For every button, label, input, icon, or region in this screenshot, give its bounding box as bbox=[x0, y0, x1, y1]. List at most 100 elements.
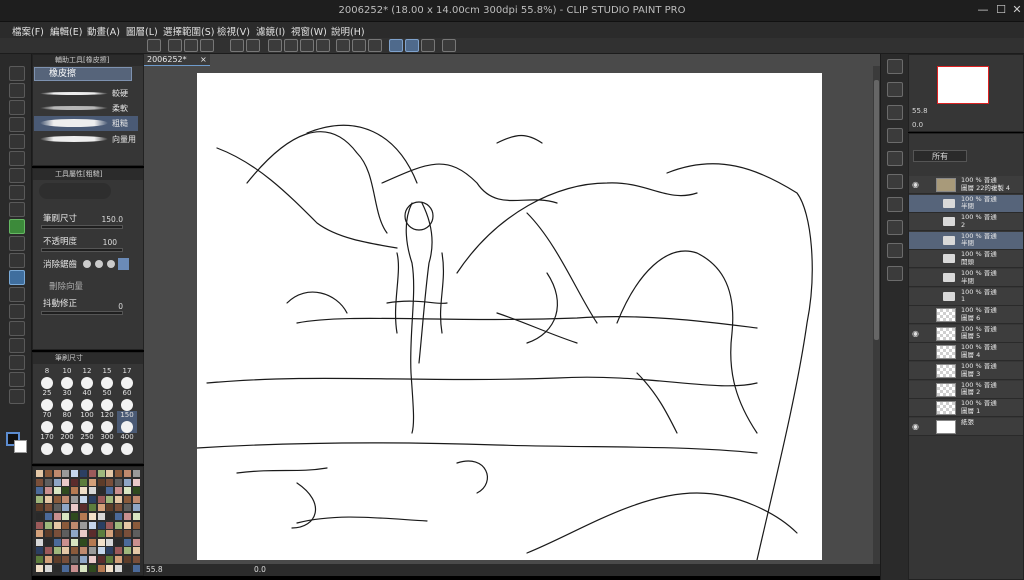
layer-row[interactable]: 100 % 普通 圖層 3 bbox=[909, 362, 1023, 380]
history-icon[interactable] bbox=[887, 243, 903, 258]
layer-row[interactable]: 100 % 普通 半閉 bbox=[909, 231, 1023, 250]
brush-size-option[interactable]: 17 bbox=[117, 367, 137, 389]
color-swatch[interactable] bbox=[97, 470, 105, 477]
color-swatch[interactable] bbox=[53, 556, 61, 563]
color-swatch[interactable] bbox=[124, 530, 131, 538]
sub-view-icon[interactable] bbox=[887, 82, 903, 97]
color-swatch[interactable] bbox=[124, 538, 131, 546]
color-swatch[interactable] bbox=[80, 547, 87, 555]
opacity-value[interactable]: 100 bbox=[93, 238, 117, 247]
color-swatch[interactable] bbox=[97, 521, 105, 529]
color-swatch[interactable] bbox=[36, 504, 43, 512]
color-swatch[interactable] bbox=[88, 495, 96, 503]
color-swatch[interactable] bbox=[115, 478, 123, 486]
visibility-eye-icon[interactable] bbox=[911, 199, 920, 208]
color-swatch[interactable] bbox=[53, 478, 61, 486]
color-swatch[interactable] bbox=[44, 513, 52, 520]
gradient-tool-icon[interactable] bbox=[9, 304, 25, 319]
visibility-eye-icon[interactable] bbox=[911, 403, 920, 412]
color-swatch[interactable] bbox=[44, 564, 52, 572]
color-swatch[interactable] bbox=[62, 495, 70, 503]
color-swatch[interactable] bbox=[124, 547, 131, 555]
color-swatch[interactable] bbox=[115, 530, 123, 538]
close-tab-icon[interactable]: × bbox=[200, 54, 207, 65]
brush-size-option[interactable]: 200 bbox=[57, 433, 77, 455]
visibility-eye-icon[interactable] bbox=[911, 236, 920, 245]
color-swatch[interactable] bbox=[115, 521, 123, 529]
color-swatch[interactable] bbox=[71, 564, 79, 572]
color-swatch[interactable] bbox=[132, 513, 140, 520]
item-bank-icon[interactable] bbox=[887, 105, 903, 120]
visibility-eye-icon[interactable]: ◉ bbox=[911, 329, 920, 338]
color-swatch[interactable] bbox=[44, 487, 52, 495]
color-swatch[interactable] bbox=[80, 538, 87, 546]
brush-size-option[interactable]: 50 bbox=[97, 389, 117, 411]
brush-rough[interactable]: 粗糙 bbox=[34, 116, 138, 131]
color-swatch[interactable] bbox=[53, 504, 61, 512]
color-swatch[interactable] bbox=[53, 513, 61, 520]
color-swatch[interactable] bbox=[97, 547, 105, 555]
redo-icon[interactable] bbox=[246, 39, 260, 52]
color-swatch[interactable] bbox=[132, 556, 140, 563]
layer-row[interactable]: ◉ 100 % 普通 圖層 5 bbox=[909, 324, 1023, 343]
delete-vector-label[interactable]: 刪除向量 bbox=[49, 280, 83, 292]
color-swatch[interactable] bbox=[71, 513, 79, 520]
brush-size-option[interactable]: 100 bbox=[77, 411, 97, 433]
menu-layer[interactable]: 圖層(L) bbox=[126, 24, 158, 38]
color-swatch[interactable] bbox=[62, 504, 70, 512]
figure-tool-icon[interactable] bbox=[9, 321, 25, 336]
invert-selection-icon[interactable] bbox=[352, 39, 366, 52]
stabilization-value[interactable]: 0 bbox=[103, 302, 123, 311]
close-button[interactable]: ✕ bbox=[1010, 3, 1024, 17]
color-swatch[interactable] bbox=[124, 504, 131, 512]
color-swatch[interactable] bbox=[53, 495, 61, 503]
brush-size-option[interactable]: 8 bbox=[37, 367, 57, 389]
menu-edit[interactable]: 編輯(E) bbox=[50, 24, 82, 38]
brush-size-option[interactable]: 400 bbox=[117, 433, 137, 455]
color-swatch[interactable] bbox=[80, 495, 87, 503]
menu-file[interactable]: 檔案(F) bbox=[12, 24, 44, 38]
layer-row[interactable]: 100 % 普通 半閉 bbox=[909, 194, 1023, 213]
move-layer-tool-icon[interactable] bbox=[9, 117, 25, 132]
color-swatch[interactable] bbox=[97, 556, 105, 563]
layer-property-icon[interactable] bbox=[887, 128, 903, 143]
layer-row[interactable]: 100 % 普通 1 bbox=[909, 287, 1023, 306]
color-swatch[interactable] bbox=[97, 478, 105, 486]
color-swatch[interactable] bbox=[115, 470, 123, 477]
drawing-canvas[interactable] bbox=[196, 73, 822, 561]
color-swatch[interactable] bbox=[80, 504, 87, 512]
color-swatch[interactable] bbox=[71, 495, 79, 503]
brush-size-option[interactable]: 150 bbox=[117, 411, 137, 433]
airbrush-tool-icon[interactable] bbox=[9, 236, 25, 251]
color-swatch[interactable] bbox=[62, 470, 70, 477]
color-swatch[interactable] bbox=[88, 530, 96, 538]
color-swatch[interactable] bbox=[62, 564, 70, 572]
maximize-button[interactable]: ☐ bbox=[994, 3, 1008, 17]
selection-tool-icon[interactable] bbox=[9, 134, 25, 149]
color-swatch[interactable] bbox=[53, 547, 61, 555]
visibility-eye-icon[interactable] bbox=[911, 310, 920, 319]
sub-color-swatch[interactable] bbox=[14, 440, 27, 453]
color-swatch[interactable] bbox=[132, 478, 140, 486]
color-swatch[interactable] bbox=[97, 495, 105, 503]
brush-size-option[interactable]: 30 bbox=[57, 389, 77, 411]
color-swatch[interactable] bbox=[132, 547, 140, 555]
brush-size-value[interactable]: 150.0 bbox=[93, 215, 123, 224]
visibility-eye-icon[interactable] bbox=[911, 273, 920, 282]
clear-icon[interactable] bbox=[268, 39, 282, 52]
color-swatch[interactable] bbox=[124, 556, 131, 563]
color-swatch[interactable] bbox=[44, 521, 52, 529]
stabilization-slider[interactable] bbox=[41, 311, 123, 315]
hand-tool-icon[interactable] bbox=[9, 83, 25, 98]
color-swatch[interactable] bbox=[80, 564, 87, 572]
color-swatch[interactable] bbox=[62, 556, 70, 563]
color-swatch[interactable] bbox=[132, 530, 140, 538]
brush-size-option[interactable]: 70 bbox=[37, 411, 57, 433]
color-swatch[interactable] bbox=[132, 470, 140, 477]
snap-grid-icon[interactable] bbox=[421, 39, 435, 52]
visibility-eye-icon[interactable] bbox=[911, 217, 920, 226]
pen-tool-icon[interactable] bbox=[9, 185, 25, 200]
color-swatch[interactable] bbox=[115, 504, 123, 512]
navigator-zoom[interactable]: 55.8 bbox=[912, 107, 928, 115]
snap-special-ruler-icon[interactable] bbox=[405, 39, 419, 52]
